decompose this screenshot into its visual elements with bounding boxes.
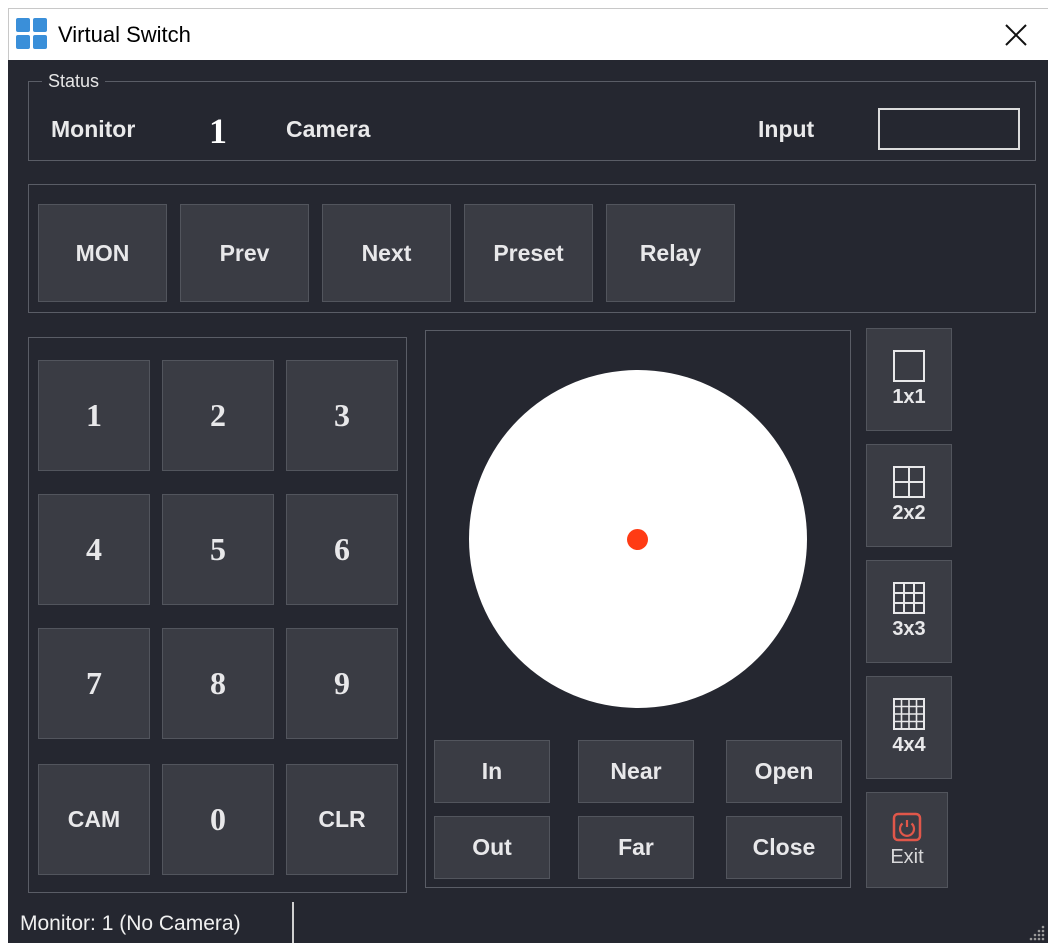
layout-4x4-icon [893, 698, 925, 730]
key-9[interactable]: 9 [286, 628, 398, 739]
layout-4x4-button[interactable]: 4x4 [866, 676, 952, 779]
input-label: Input [758, 116, 815, 142]
key-3[interactable]: 3 [286, 360, 398, 471]
layout-2x2-label: 2x2 [892, 502, 926, 524]
resize-grip-icon[interactable] [1026, 922, 1046, 942]
focus-far-button[interactable]: Far [578, 816, 694, 879]
layout-2x2-icon [893, 466, 925, 498]
key-5[interactable]: 5 [162, 494, 274, 605]
zoom-in-button[interactable]: In [434, 740, 550, 803]
layout-3x3-label: 3x3 [892, 618, 926, 640]
status-bar: Monitor: 1 (No Camera) [8, 900, 1048, 943]
key-8[interactable]: 8 [162, 628, 274, 739]
layout-3x3-icon [893, 582, 925, 614]
layout-1x1-label: 1x1 [892, 386, 926, 408]
monitor-value: 1 [209, 111, 227, 151]
iris-close-button[interactable]: Close [726, 816, 842, 879]
exit-button[interactable]: Exit [866, 792, 948, 888]
iris-open-button[interactable]: Open [726, 740, 842, 803]
preset-button[interactable]: Preset [464, 204, 593, 302]
focus-near-button[interactable]: Near [578, 740, 694, 803]
status-bar-text: Monitor: 1 (No Camera) [20, 912, 241, 935]
title-bar: Virtual Switch [8, 8, 1048, 60]
relay-button[interactable]: Relay [606, 204, 735, 302]
clr-button[interactable]: CLR [286, 764, 398, 875]
cam-button[interactable]: CAM [38, 764, 150, 875]
joystick-handle[interactable] [627, 529, 648, 550]
layout-1x1-icon [893, 350, 925, 382]
camera-label: Camera [286, 116, 371, 142]
layout-3x3-button[interactable]: 3x3 [866, 560, 952, 663]
next-button[interactable]: Next [322, 204, 451, 302]
close-button[interactable] [995, 15, 1037, 55]
close-icon [1005, 24, 1027, 46]
key-2[interactable]: 2 [162, 360, 274, 471]
prev-button[interactable]: Prev [180, 204, 309, 302]
key-6[interactable]: 6 [286, 494, 398, 605]
zoom-out-button[interactable]: Out [434, 816, 550, 879]
power-icon [892, 812, 922, 841]
key-0[interactable]: 0 [162, 764, 274, 875]
monitor-label: Monitor [51, 116, 136, 142]
layout-2x2-button[interactable]: 2x2 [866, 444, 952, 547]
layout-1x1-button[interactable]: 1x1 [866, 328, 952, 431]
input-display[interactable] [878, 108, 1020, 150]
key-4[interactable]: 4 [38, 494, 150, 605]
status-legend: Status [42, 71, 106, 92]
mon-button[interactable]: MON [38, 204, 167, 302]
window-title: Virtual Switch [58, 22, 191, 47]
layout-4x4-label: 4x4 [892, 734, 926, 756]
exit-label: Exit [890, 845, 924, 868]
key-1[interactable]: 1 [38, 360, 150, 471]
key-7[interactable]: 7 [38, 628, 150, 739]
status-bar-divider [292, 902, 294, 943]
app-grid-icon [16, 18, 48, 50]
